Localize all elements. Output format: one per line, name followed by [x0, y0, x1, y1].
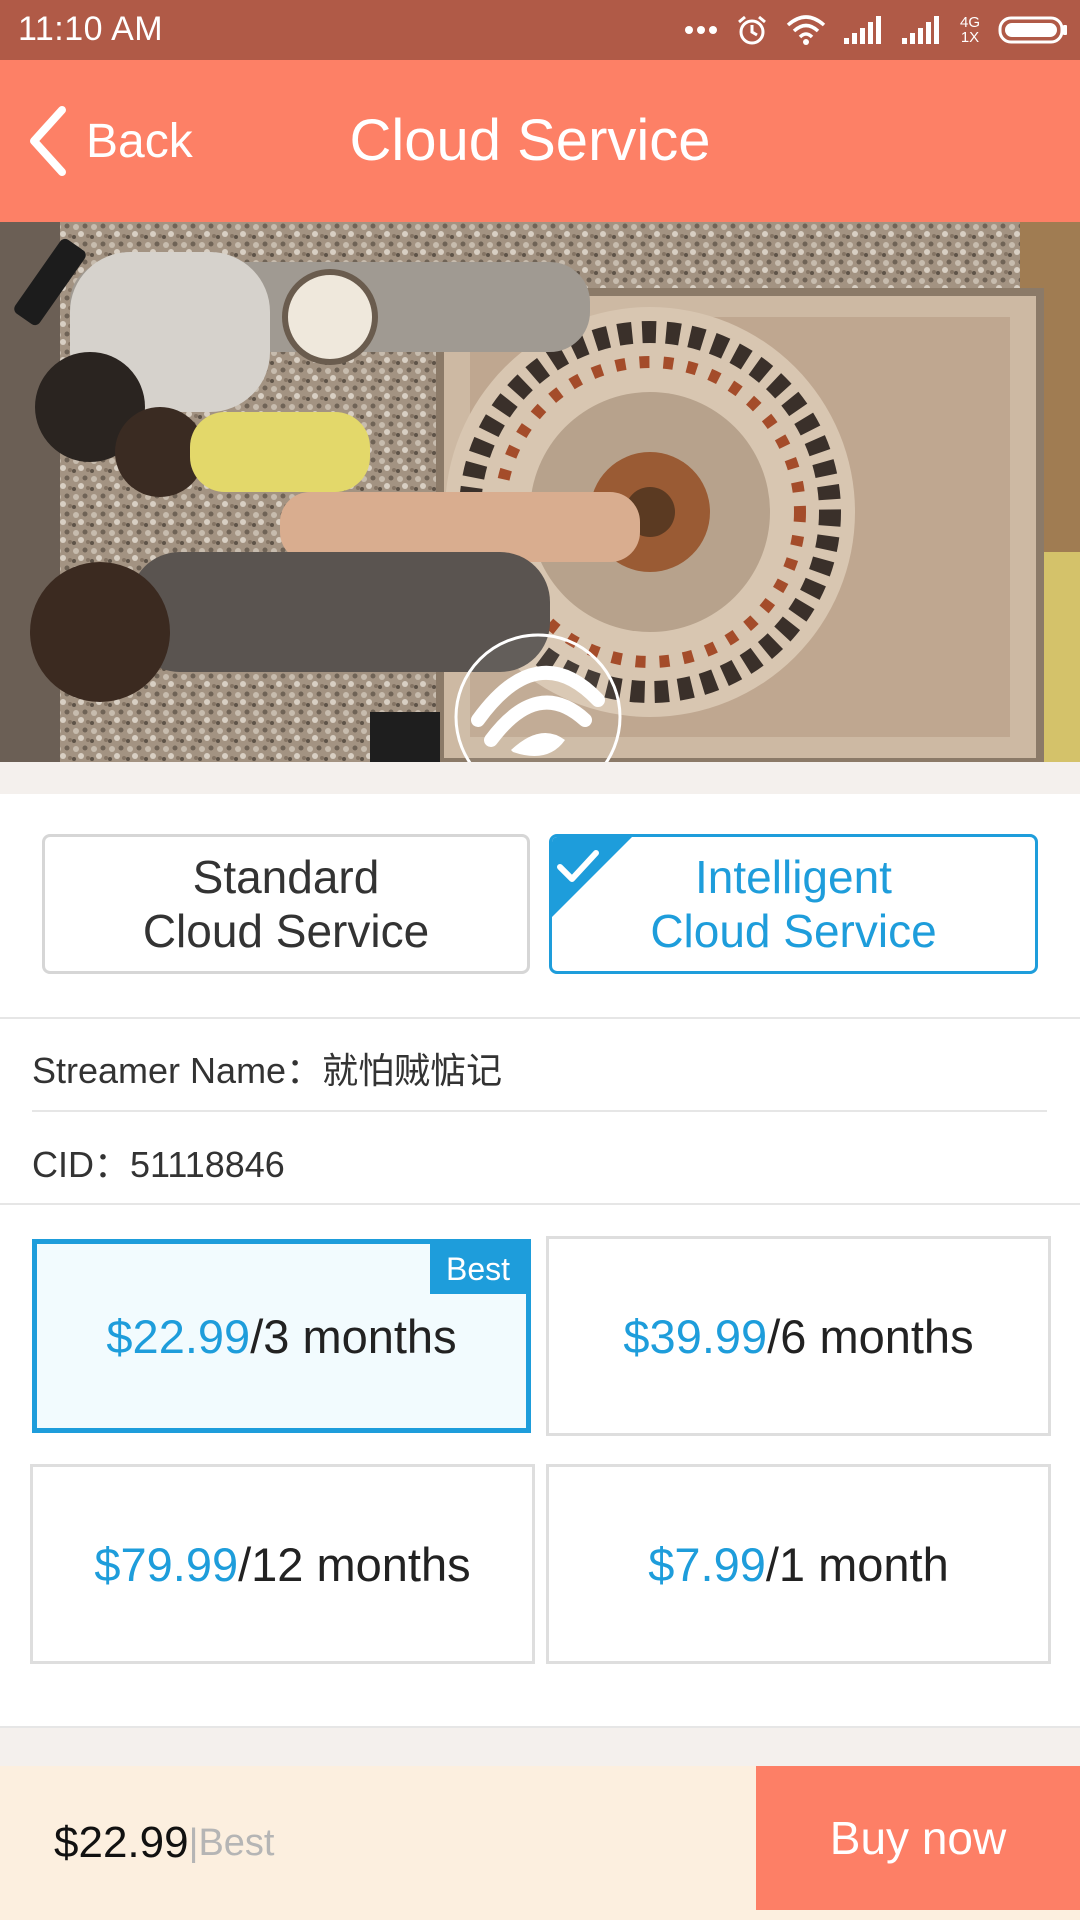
plan-option-12-months[interactable]: $79.99/12 months — [30, 1464, 535, 1664]
divider — [32, 1110, 1047, 1112]
selected-total: $22.99 | Best — [54, 1766, 275, 1920]
divider — [0, 1017, 1080, 1019]
plan-period: /12 months — [238, 1537, 471, 1591]
network-type-label: 4G — [959, 14, 980, 31]
total-amount: $22.99 — [54, 1818, 189, 1867]
best-badge: Best — [430, 1244, 526, 1294]
intelligent-option-label: Intelligent Cloud Service — [650, 850, 936, 958]
battery-icon — [998, 16, 1067, 44]
wifi-icon — [786, 15, 826, 45]
back-button[interactable]: Back — [28, 100, 193, 182]
checkout-bar: $22.99 | Best Buy now — [0, 1766, 1080, 1920]
status-time: 11:10 AM — [18, 10, 164, 48]
plan-price: $7.99 — [648, 1537, 766, 1591]
plan-price: $39.99 — [623, 1309, 768, 1363]
plan-period: /1 month — [765, 1537, 949, 1591]
intelligent-cloud-service-option[interactable]: Intelligent Cloud Service — [549, 834, 1038, 974]
cid-value: 51118846 — [130, 1144, 285, 1185]
status-icons: 4G 1X — [684, 0, 1068, 60]
checkmark-icon — [552, 837, 632, 917]
streamer-name-value: 就怕贼惦记 — [322, 1050, 503, 1091]
streamer-name-row: Streamer Name：就怕贼惦记 — [32, 1042, 502, 1094]
app-header: Cloud Service Back — [0, 60, 1080, 222]
cloud-logo-icon — [454, 633, 622, 762]
separator-band — [0, 1728, 1080, 1766]
status-bar: 11:10 AM 4G 1X — [0, 0, 1080, 60]
intelligent-line2: Cloud Service — [650, 905, 937, 957]
plan-price: $22.99 — [106, 1309, 251, 1363]
total-separator: | — [188, 1821, 199, 1864]
plan-price: $79.99 — [94, 1537, 239, 1591]
cid-label: CID： — [32, 1144, 130, 1185]
streamer-name-label: Streamer Name： — [32, 1050, 323, 1091]
alarm-icon — [738, 15, 766, 45]
plan-period: /3 months — [250, 1309, 457, 1363]
intelligent-line1: Intelligent — [695, 851, 892, 903]
network-sub-label: 1X — [960, 29, 980, 46]
separator-band — [0, 762, 1080, 794]
hero-banner-image — [0, 222, 1080, 762]
cid-row: CID：51118846 — [32, 1136, 285, 1188]
standard-cloud-service-option[interactable]: Standard Cloud Service — [42, 834, 530, 974]
plan-option-1-month[interactable]: $7.99/1 month — [546, 1464, 1051, 1664]
plan-option-6-months[interactable]: $39.99/6 months — [546, 1236, 1051, 1436]
total-plan-label: Best — [198, 1821, 275, 1864]
standard-line2: Cloud Service — [142, 905, 430, 957]
plan-period: /6 months — [767, 1309, 974, 1363]
divider — [0, 1203, 1080, 1205]
more-dots-icon — [684, 26, 717, 34]
signal-icon — [843, 16, 881, 44]
back-label: Back — [86, 114, 193, 168]
signal-2-icon — [901, 16, 939, 44]
buy-now-button[interactable]: Buy now — [756, 1766, 1080, 1910]
network-type: 4G 1X — [960, 15, 980, 45]
plan-option-3-months[interactable]: $22.99/3 months Best — [32, 1239, 531, 1433]
standard-option-label: Standard Cloud Service — [143, 850, 429, 958]
back-chevron-icon — [30, 106, 66, 176]
standard-line1: Standard — [192, 851, 380, 903]
